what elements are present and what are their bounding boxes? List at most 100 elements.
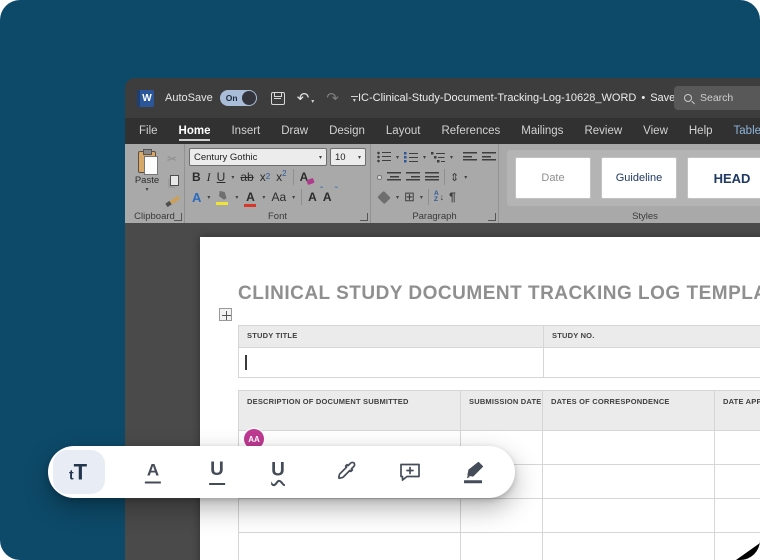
ribbon: Paste ▾ ✂ Clipboard Century Gothic ▾: [125, 144, 760, 223]
underline-chevron-icon[interactable]: ▾: [231, 174, 234, 181]
increase-indent-icon[interactable]: [482, 151, 496, 163]
tab-design[interactable]: Design: [329, 125, 365, 137]
undo-icon: ↶: [297, 92, 310, 105]
shading-icon[interactable]: [377, 190, 390, 203]
tab-table-design[interactable]: Table Design: [734, 125, 760, 137]
document-area: CLINICAL STUDY DOCUMENT TRACKING LOG TEM…: [125, 223, 760, 560]
study-title-cell[interactable]: [239, 348, 544, 378]
font-color-button[interactable]: A: [244, 190, 256, 204]
floating-format-toolbar: tT A U U: [48, 446, 515, 498]
paste-label: Paste: [135, 175, 159, 186]
clear-formatting-button[interactable]: A: [300, 170, 309, 184]
search-input[interactable]: Search: [674, 86, 760, 110]
font-family-chevron-icon: ▾: [319, 154, 322, 161]
quick-access-menu-icon[interactable]: ▾: [351, 93, 358, 103]
correspondence-header: DATES OF CORRESPONDENCE: [543, 391, 715, 431]
tab-references[interactable]: References: [441, 125, 500, 137]
sort-button[interactable]: AZ ↓: [434, 191, 444, 203]
cut-icon[interactable]: ✂: [167, 152, 180, 166]
bullet-list-icon[interactable]: [377, 151, 391, 163]
show-hide-marks-button[interactable]: ¶: [449, 190, 456, 204]
undo-button[interactable]: ↶ ▾: [297, 92, 315, 105]
line-spacing-chevron-icon[interactable]: ▾: [464, 174, 467, 181]
new-comment-button[interactable]: [398, 460, 423, 484]
align-right-icon[interactable]: [406, 171, 420, 183]
font-family-value: Century Gothic: [194, 152, 257, 163]
underline-tool-button[interactable]: U: [209, 459, 225, 485]
bold-button[interactable]: B: [192, 170, 201, 184]
change-case-button[interactable]: Aa: [271, 190, 286, 204]
shading-chevron-icon[interactable]: ▾: [396, 194, 399, 201]
font-family-select[interactable]: Century Gothic ▾: [189, 148, 327, 166]
align-center-icon[interactable]: [387, 171, 401, 183]
table-move-handle-icon[interactable]: [219, 308, 232, 321]
font-dialog-launcher[interactable]: [360, 213, 368, 221]
tab-home[interactable]: Home: [179, 125, 211, 141]
borders-icon[interactable]: ⊞: [404, 191, 415, 203]
tab-draw[interactable]: Draw: [281, 125, 308, 137]
numbered-list-icon[interactable]: [404, 151, 418, 163]
tab-view[interactable]: View: [643, 125, 668, 137]
tab-file[interactable]: File: [139, 125, 158, 137]
search-icon: [684, 94, 692, 102]
autosave-toggle[interactable]: On: [220, 90, 257, 106]
style-date[interactable]: Date: [515, 157, 591, 199]
paragraph-group-label: Paragraph: [371, 211, 498, 222]
date-approval-header: DATE APPROVAL RECEIVED: [715, 391, 760, 431]
justify-icon[interactable]: [425, 171, 439, 183]
paragraph-dialog-launcher[interactable]: [488, 213, 496, 221]
save-icon[interactable]: [271, 92, 285, 105]
word-app-icon[interactable]: W: [137, 90, 154, 107]
styles-group: Date Guideline HEAD Styles: [499, 144, 760, 223]
study-info-table: STUDY TITLE STUDY NO.: [238, 325, 760, 378]
line-spacing-icon[interactable]: ⇕: [450, 171, 459, 184]
font-color-tool-button[interactable]: A: [145, 461, 161, 484]
text-highlight-button[interactable]: [216, 190, 229, 205]
multilevel-chevron-icon[interactable]: ▾: [450, 154, 453, 161]
style-guideline[interactable]: Guideline: [601, 157, 677, 199]
study-no-cell[interactable]: [544, 348, 760, 378]
decrease-indent-icon[interactable]: [463, 151, 477, 163]
numbered-chevron-icon[interactable]: ▾: [423, 154, 426, 161]
change-case-chevron-icon[interactable]: ▾: [292, 194, 295, 201]
font-color-chevron-icon[interactable]: ▾: [262, 194, 265, 201]
style-heading[interactable]: HEAD: [687, 157, 760, 199]
document-page[interactable]: CLINICAL STUDY DOCUMENT TRACKING LOG TEM…: [200, 237, 760, 560]
text-effects-chevron-icon[interactable]: ▾: [207, 194, 210, 201]
paste-button[interactable]: Paste ▾: [129, 148, 165, 209]
shrink-font-button[interactable]: Aˇ: [323, 190, 332, 204]
eraser-icon: [307, 178, 315, 185]
highlight-chevron-icon[interactable]: ▾: [235, 194, 238, 201]
tab-mailings[interactable]: Mailings: [521, 125, 563, 137]
subscript-button[interactable]: x2: [260, 170, 270, 184]
tab-review[interactable]: Review: [584, 125, 622, 137]
paste-clipboard-icon: [138, 151, 156, 173]
tab-insert[interactable]: Insert: [231, 125, 260, 137]
grow-font-button[interactable]: Aˆ: [308, 190, 317, 204]
multilevel-list-icon[interactable]: [431, 151, 445, 163]
file-name: IC-Clinical-Study-Document-Tracking-Log-…: [358, 92, 636, 104]
align-left-button[interactable]: [377, 175, 382, 180]
text-size-button[interactable]: tT: [69, 463, 87, 482]
tab-layout[interactable]: Layout: [386, 125, 421, 137]
superscript-button[interactable]: x2: [276, 170, 286, 184]
paste-chevron-icon: ▾: [145, 186, 148, 193]
wavy-underline-tool-button[interactable]: U: [271, 460, 285, 485]
format-painter-icon[interactable]: [167, 195, 180, 207]
underline-button[interactable]: U: [217, 170, 226, 184]
copy-icon[interactable]: [170, 175, 179, 186]
eyedropper-button[interactable]: [335, 460, 359, 484]
font-size-value: 10: [335, 152, 346, 163]
document-title-bar-text[interactable]: IC-Clinical-Study-Document-Tracking-Log-…: [358, 78, 689, 118]
tab-help[interactable]: Help: [689, 125, 713, 137]
text-cursor: [245, 355, 247, 370]
autosave-state-label: On: [226, 93, 238, 103]
font-size-select[interactable]: 10 ▾: [330, 148, 366, 166]
borders-chevron-icon[interactable]: ▾: [420, 194, 423, 201]
italic-button[interactable]: I: [207, 170, 211, 184]
clipboard-dialog-launcher[interactable]: [174, 213, 182, 221]
strikethrough-button[interactable]: ab: [240, 170, 253, 184]
highlighter-button[interactable]: [460, 459, 486, 485]
bullet-chevron-icon[interactable]: ▾: [396, 154, 399, 161]
text-effects-button[interactable]: A: [192, 190, 201, 205]
